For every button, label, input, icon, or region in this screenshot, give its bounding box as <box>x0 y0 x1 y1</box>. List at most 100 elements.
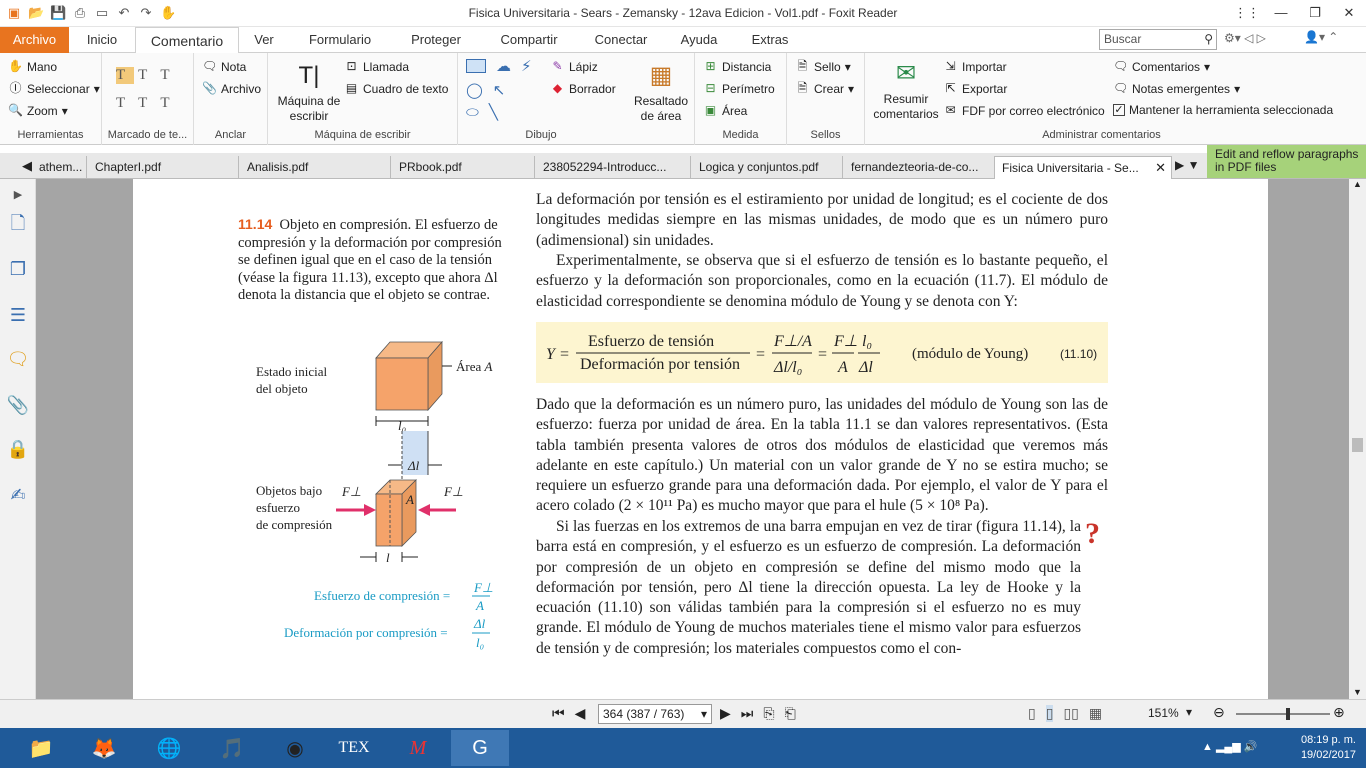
tab-compartir[interactable]: Compartir <box>492 27 566 53</box>
popup-notes-dropdown[interactable]: 🗨 Notas emergentes ▾ <box>1113 81 1240 96</box>
search-input[interactable]: Buscar ⚲ <box>1099 29 1217 50</box>
mathematica-icon[interactable]: M <box>389 730 447 766</box>
polygon-icon[interactable]: ⬭ <box>466 104 479 121</box>
shape-tools-row3[interactable]: ⬭ ╲ <box>466 103 498 122</box>
search-icon[interactable]: ⚲ <box>1204 30 1213 49</box>
continuous-facing-icon[interactable]: ▦ <box>1089 705 1102 722</box>
ribbon-options-icon[interactable]: ⋮⋮ <box>1230 0 1264 26</box>
distance-button[interactable]: ⊞ Distancia <box>703 59 771 74</box>
prev-page-icon[interactable]: ◀ <box>575 705 586 722</box>
facing-page-icon[interactable]: ▯▯ <box>1063 705 1078 722</box>
tab-scroll-right-icon[interactable]: ▶ ▼ <box>1175 158 1199 172</box>
continuous-page-icon[interactable]: ▯ <box>1045 705 1054 722</box>
single-page-icon[interactable]: ▯ <box>1028 705 1036 722</box>
keep-tool-checkbox[interactable]: ✓ Mantener la herramienta seleccionada <box>1113 103 1333 117</box>
last-page-icon[interactable]: ⏭ <box>741 705 754 722</box>
area-highlight-button[interactable]: ▦ Resaltado de área <box>626 61 696 124</box>
signature-icon[interactable]: ✍ <box>6 483 30 507</box>
foxit-reader-taskbar-icon[interactable]: G <box>451 730 509 766</box>
shape-tools-row2[interactable]: ◯ ↖ <box>466 81 505 99</box>
chrome-icon[interactable]: ◉ <box>266 730 324 766</box>
panel-collapse-icon[interactable]: ▶ <box>6 183 30 207</box>
tab-ver[interactable]: Ver <box>246 27 282 53</box>
pencil-button[interactable]: ✎ Lápiz <box>550 59 597 74</box>
import-button[interactable]: ⇲ Importar <box>943 59 1006 74</box>
tab-proteger[interactable]: Proteger <box>402 27 470 53</box>
settings-icon[interactable]: ⚙▾ ◁ ▷ <box>1224 31 1266 45</box>
close-button[interactable]: ✕ <box>1332 0 1366 26</box>
bookmarks-icon[interactable]: 🗋 <box>6 211 30 235</box>
create-stamp-button[interactable]: 🗎 Crear ▾ <box>795 81 854 96</box>
scroll-thumb[interactable] <box>1352 438 1363 452</box>
highlight-text-icon[interactable]: T <box>116 67 135 84</box>
eraser-button[interactable]: ◆ Borrador <box>550 81 616 96</box>
scroll-up-icon[interactable]: ▲ <box>1353 179 1362 189</box>
doc-tab-1[interactable]: ChapterI.pdf <box>88 156 239 179</box>
select-tool-button[interactable]: Ⓘ Seleccionar ▾ <box>8 81 99 96</box>
extract-page-icon[interactable]: ⎘ <box>763 705 774 722</box>
minimize-button[interactable]: — <box>1264 0 1298 26</box>
comments-panel-icon[interactable]: 🗨 <box>6 347 30 371</box>
first-page-icon[interactable]: ⏮ <box>552 705 565 722</box>
summarize-comments-button[interactable]: ✉ Resumir comentarios <box>869 59 943 122</box>
insert-text-icon[interactable]: T <box>160 95 178 112</box>
doc-tab-4[interactable]: 238052294-Introducc... <box>536 156 691 179</box>
hand-tool-button[interactable]: ✋ Mano <box>8 59 57 74</box>
zoom-slider[interactable] <box>1236 708 1330 720</box>
file-explorer-icon[interactable]: 📁 <box>12 730 70 766</box>
export-button[interactable]: ⇱ Exportar <box>943 81 1007 96</box>
typewriter-button[interactable]: T| Máquina de escribir <box>274 61 344 124</box>
rectangle-icon[interactable] <box>466 59 486 73</box>
tab-ayuda[interactable]: Ayuda <box>675 27 723 53</box>
line-icon[interactable]: ╲ <box>489 103 498 121</box>
reflow-banner[interactable]: Edit and reflow paragraphs in PDF files <box>1207 145 1366 178</box>
polyline-icon[interactable]: ⚡ <box>521 57 532 75</box>
stamp-button[interactable]: 🗎 Sello ▾ <box>795 59 851 74</box>
attachments-icon[interactable]: 📎 <box>6 393 30 417</box>
doc-tab-0[interactable]: athem... <box>32 156 87 179</box>
doc-tab-6[interactable]: fernandezteoria-de-co... <box>844 156 995 179</box>
tab-conectar[interactable]: Conectar <box>588 27 654 53</box>
tab-comentario[interactable]: Comentario <box>135 27 239 54</box>
tray-icons[interactable]: ▲ ▂▄▆ 🔊 <box>1202 740 1257 753</box>
strikeout-text-icon[interactable]: T <box>160 67 178 84</box>
markup-tools[interactable]: TTT <box>116 67 179 84</box>
cloud-icon[interactable]: ☁ <box>496 57 511 75</box>
file-attach-button[interactable]: 📎 Archivo <box>202 81 261 96</box>
comments-dropdown[interactable]: 🗨 Comentarios ▾ <box>1113 59 1210 74</box>
note-button[interactable]: 🗨 Nota <box>202 59 246 74</box>
doc-tab-5[interactable]: Logica y conjuntos.pdf <box>692 156 843 179</box>
tab-extras[interactable]: Extras <box>744 27 796 53</box>
underline-text-icon[interactable]: T <box>138 67 156 84</box>
zoom-dropdown-icon[interactable]: ▾ <box>1186 705 1192 719</box>
textbox-button[interactable]: ▤ Cuadro de texto <box>344 81 449 96</box>
tab-inicio[interactable]: Inicio <box>78 27 126 53</box>
zoom-in-icon[interactable]: ⊕ <box>1333 704 1345 721</box>
zoom-level[interactable]: 151% <box>1148 706 1179 720</box>
perimeter-button[interactable]: ⊟ Perímetro <box>703 81 774 96</box>
area-button[interactable]: ▣ Área <box>703 103 748 118</box>
layers-icon[interactable]: ☰ <box>6 303 30 327</box>
page-number-input[interactable]: 364 (387 / 763) ▾ <box>598 704 712 724</box>
squiggly-text-icon[interactable]: T <box>116 95 134 112</box>
doc-tab-active[interactable]: Fisica Universitaria - Se... ✕ <box>994 156 1172 179</box>
tab-formulario[interactable]: Formulario <box>302 27 378 53</box>
itunes-icon[interactable]: 🎵 <box>203 730 261 766</box>
insert-page-icon[interactable]: ⎗ <box>785 705 796 722</box>
maximize-button[interactable]: ❐ <box>1298 0 1332 26</box>
doc-tab-3[interactable]: PRbook.pdf <box>392 156 535 179</box>
zoom-slider-thumb[interactable] <box>1286 708 1290 720</box>
system-clock[interactable]: 08:19 p. m. 19/02/2017 <box>1301 733 1356 763</box>
shape-tools-row1[interactable]: ☁ ⚡ <box>466 57 532 75</box>
next-page-icon[interactable]: ▶ <box>720 705 731 722</box>
document-view[interactable]: La deformación por tensión es el estiram… <box>36 179 1349 699</box>
account-icon[interactable]: 👤▾ ⌃ <box>1304 30 1338 44</box>
tex-icon[interactable]: TEX <box>325 730 383 766</box>
page-dropdown-icon[interactable]: ▾ <box>701 705 707 723</box>
vertical-scrollbar[interactable]: ▲ ▼ <box>1349 179 1366 699</box>
tab-scroll-left-icon[interactable]: ◀ <box>22 158 32 174</box>
fdf-email-button[interactable]: ✉ FDF por correo electrónico <box>943 103 1104 118</box>
scroll-down-icon[interactable]: ▼ <box>1353 687 1362 697</box>
security-icon[interactable]: 🔒 <box>6 437 30 461</box>
callout-button[interactable]: ⊡ Llamada <box>344 59 409 74</box>
